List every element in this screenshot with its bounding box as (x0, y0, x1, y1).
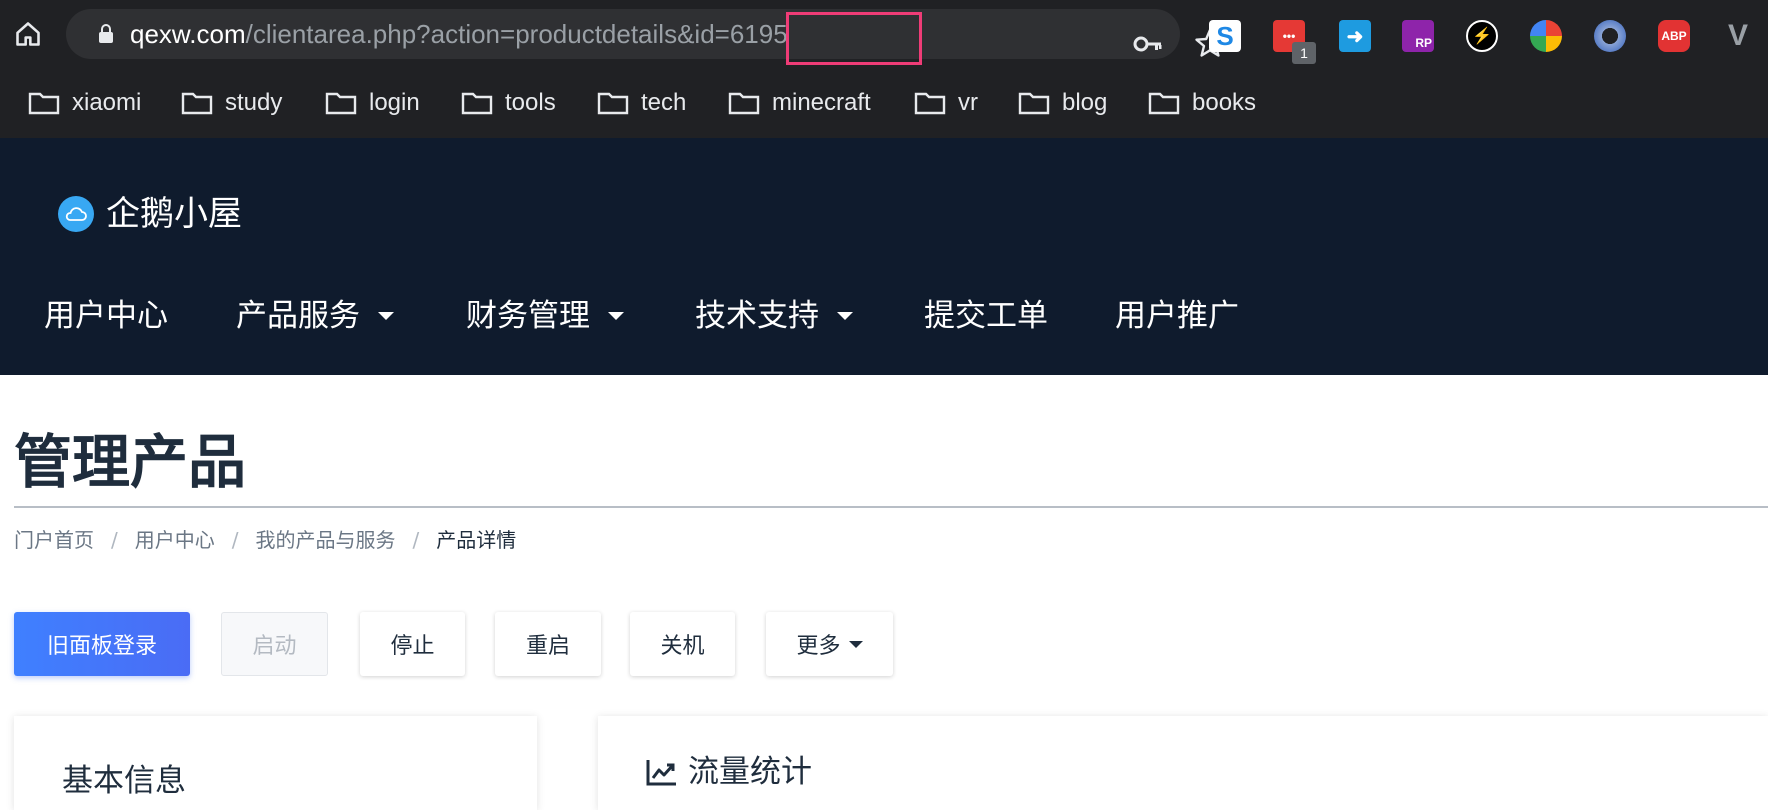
stop-button[interactable]: 停止 (360, 612, 465, 676)
traffic-stats-card: 流量统计 (598, 716, 1768, 810)
more-dropdown-button[interactable]: 更多 (766, 612, 893, 676)
extension-badge: 1 (1292, 42, 1316, 64)
nav-label: 用户中心 (44, 298, 168, 334)
caret-down-icon (848, 640, 863, 648)
start-button: 启动 (221, 612, 328, 676)
breadcrumb: 门户首页 / 用户中心 / 我的产品与服务 / 产品详情 (14, 527, 516, 553)
folder-icon (914, 92, 946, 115)
url-host: qexw.com (130, 19, 246, 49)
circle-arrows-icon[interactable] (1594, 20, 1626, 52)
bookmarks-bar: xiaomi study login tools tech minecraft … (0, 68, 1768, 138)
s-icon[interactable]: S (1209, 20, 1241, 52)
logo-text: 企鹅小屋 (106, 194, 242, 234)
bookmark-study[interactable]: study (181, 88, 282, 118)
breadcrumb-current: 产品详情 (436, 528, 517, 552)
title-divider (14, 506, 1768, 508)
traffic-stats-title: 流量统计 (688, 754, 812, 790)
folder-icon (728, 92, 760, 115)
folder-icon (1018, 92, 1050, 115)
url-id-highlight (786, 12, 922, 65)
breadcrumb-my-products[interactable]: 我的产品与服务 (256, 527, 396, 553)
site-logo[interactable]: 企鹅小屋 (58, 194, 242, 234)
bookmark-xiaomi[interactable]: xiaomi (28, 88, 141, 118)
nav-affiliate[interactable]: 用户推广 (1115, 288, 1239, 344)
bookmark-label: xiaomi (72, 89, 142, 116)
breadcrumb-user-center[interactable]: 用户中心 (135, 527, 215, 553)
page-title: 管理产品 (14, 428, 247, 496)
address-bar[interactable]: qexw.com/clientarea.php?action=productde… (66, 9, 1225, 59)
basic-info-card: 基本信息 (14, 716, 537, 810)
nav-user-center[interactable]: 用户中心 (44, 288, 168, 344)
bookmark-label: study (225, 89, 283, 116)
more-label: 更多 (796, 634, 841, 659)
chevron-down-icon (608, 312, 624, 320)
nav-products[interactable]: 产品服务 (236, 288, 394, 344)
folder-icon (1148, 92, 1180, 115)
line-chart-icon (646, 760, 676, 786)
lock-icon (99, 24, 113, 43)
bookmark-label: blog (1062, 89, 1108, 116)
chevron-down-icon (378, 312, 394, 320)
folder-icon (181, 92, 213, 115)
bookmark-label: tools (505, 89, 556, 116)
traffic-stats-heading: 流量统计 (646, 752, 812, 792)
bookmark-tech[interactable]: tech (597, 88, 686, 118)
bookmark-label: tech (641, 89, 687, 116)
nav-label: 技术支持 (695, 298, 819, 334)
browser-toolbar: qexw.com/clientarea.php?action=productde… (0, 0, 1768, 68)
breadcrumb-home[interactable]: 门户首页 (14, 527, 94, 553)
nav-label: 用户推广 (1115, 298, 1239, 334)
bookmark-tools[interactable]: tools (461, 88, 556, 118)
key-icon[interactable] (1133, 34, 1163, 54)
nav-finance[interactable]: 财务管理 (466, 288, 624, 344)
breadcrumb-separator: / (412, 528, 420, 552)
v-icon[interactable]: V (1722, 19, 1754, 52)
shutdown-button[interactable]: 关机 (630, 612, 735, 676)
bookmark-login[interactable]: login (325, 88, 420, 118)
site-header: 企鹅小屋 用户中心 产品服务 财务管理 技术支持 提交工单 用户推广 (0, 138, 1768, 375)
breadcrumb-separator: / (231, 528, 239, 552)
nav-support[interactable]: 技术支持 (695, 288, 853, 344)
bookmark-books[interactable]: books (1148, 88, 1256, 118)
old-panel-login-button[interactable]: 旧面板登录 (14, 612, 190, 676)
bookmark-blog[interactable]: blog (1018, 88, 1107, 118)
folder-icon (28, 92, 60, 115)
bookmark-label: login (369, 89, 420, 116)
folder-icon (325, 92, 357, 115)
nav-label: 财务管理 (466, 298, 590, 334)
restart-button[interactable]: 重启 (495, 612, 601, 676)
lightning-icon[interactable]: ⚡ (1466, 20, 1498, 52)
compass-icon[interactable] (1530, 20, 1562, 52)
bookmark-vr[interactable]: vr (914, 88, 978, 118)
bookmark-label: books (1192, 89, 1257, 116)
nav-label: 提交工单 (924, 298, 1048, 334)
url-text[interactable]: qexw.com/clientarea.php?action=productde… (130, 19, 788, 49)
nav-label: 产品服务 (236, 298, 360, 334)
bookmark-label: vr (958, 89, 978, 116)
folder-icon (461, 92, 493, 115)
url-path: /clientarea.php?action=productdetails&id… (245, 19, 788, 49)
folder-icon (597, 92, 629, 115)
bookmark-label: minecraft (772, 89, 871, 116)
basic-info-title: 基本信息 (62, 763, 186, 799)
breadcrumb-separator: / (111, 528, 118, 552)
nav-submit-ticket[interactable]: 提交工单 (924, 288, 1048, 344)
abp-icon[interactable]: ABP (1658, 20, 1690, 52)
bookmark-minecraft[interactable]: minecraft (728, 88, 871, 118)
arrow-share-icon[interactable]: ➜ (1339, 20, 1371, 52)
rp-icon[interactable]: RP (1402, 20, 1434, 52)
home-icon[interactable] (14, 20, 42, 48)
cloud-icon (58, 196, 94, 232)
chevron-down-icon (837, 312, 853, 320)
